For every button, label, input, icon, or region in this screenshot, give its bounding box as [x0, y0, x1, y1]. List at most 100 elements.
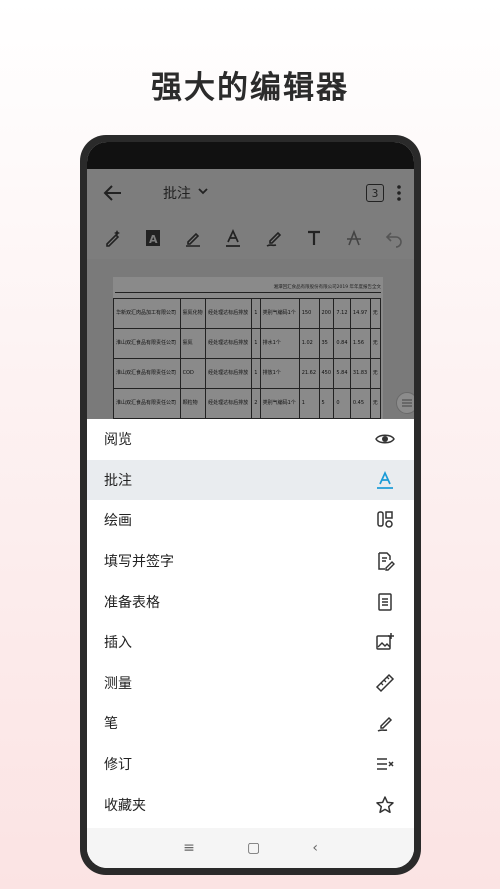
table-cell: 0 — [333, 388, 351, 419]
text-tool-icon[interactable] — [294, 220, 334, 256]
table-cell: 无 — [369, 358, 382, 389]
table-cell: 氨氮化物 — [179, 298, 207, 329]
menu-item-label: 绘画 — [104, 513, 132, 530]
table-cell: 31.83 — [349, 358, 371, 389]
redact-icon — [374, 753, 396, 775]
back-arrow-icon[interactable] — [93, 173, 133, 213]
text-box-icon[interactable]: A — [133, 220, 173, 256]
menu-item-annotate[interactable]: 批注 — [87, 459, 414, 501]
document-view[interactable]: 湘潭回汇食品有限股份有限公司2019 年年度报告全文 华新双汇肉品加工有限公司氨… — [87, 259, 414, 437]
table-cell: 经处理达标后排放 — [205, 328, 253, 359]
draw-icon — [374, 509, 396, 531]
table-cell: 颗粒物 — [179, 388, 207, 419]
table-row: 华新双汇肉品加工有限公司 氨氮化物 经处理达标后排放 1 类别气编码1个 150 200 7.… — [113, 298, 382, 329]
table-cell: 5 — [318, 388, 335, 419]
table-cell: 经处理达标后排放 — [205, 388, 253, 419]
menu-item-read[interactable]: 阅览 — [87, 419, 414, 460]
table-cell: 200 — [318, 298, 335, 329]
table-cell: 淮山双汇食品有限责任公司 — [113, 358, 181, 389]
ruler-icon — [374, 672, 396, 694]
menu-item-prepare-form[interactable]: 准备表格 — [87, 581, 414, 622]
table-cell: 华新双汇肉品加工有限公司 — [113, 298, 181, 329]
table-cell: 1 — [298, 388, 320, 419]
menu-item-label: 批注 — [104, 472, 132, 489]
table-cell: 排水1个 — [259, 328, 300, 359]
table-cell: 氨氮 — [179, 328, 207, 359]
strikeout-icon[interactable] — [334, 220, 374, 256]
table-cell: 450 — [318, 358, 335, 389]
document-header-text: 湘潭回汇食品有限股份有限公司2019 年年度报告全文 — [273, 285, 381, 290]
table-cell: 经处理达标后排放 — [205, 298, 253, 329]
table-cell: 1 — [251, 358, 261, 389]
table-cell: 类别气编码1个 — [259, 388, 300, 419]
table-cell: 0.45 — [349, 388, 371, 419]
screen: 批注 3 A 湘潭回汇食品有限股份有限公司2019 年年度报告全文 华新双汇肉品… — [87, 142, 414, 868]
drag-handle-icon[interactable] — [396, 392, 414, 414]
table-row: 淮山双汇食品有限责任公司 COD 经处理达标后排放 1 排放1个 21.62 450 5.84… — [113, 358, 382, 389]
menu-item-label: 收藏夹 — [104, 797, 146, 814]
headline: 强大的编辑器 — [151, 70, 349, 106]
table-cell: 35 — [318, 328, 335, 359]
menu-nav-icon[interactable]: ≡ — [183, 840, 195, 856]
table-cell: 淮山双汇食品有限责任公司 — [113, 328, 181, 359]
menu-item-label: 修订 — [104, 757, 132, 774]
table-cell: 无 — [369, 328, 382, 359]
table-cell: 2 — [251, 388, 261, 419]
pen-icon — [374, 712, 396, 734]
freehand-pen-icon[interactable] — [254, 220, 294, 256]
home-nav-icon[interactable]: ▢ — [247, 840, 260, 856]
table-cell: 14.97 — [349, 298, 371, 329]
header-rule — [115, 292, 381, 293]
phone-frame: 批注 3 A 湘潭回汇食品有限股份有限公司2019 年年度报告全文 华新双汇肉品… — [80, 135, 421, 875]
table-cell: 1.56 — [349, 328, 371, 359]
chevron-down-icon — [197, 185, 209, 201]
app-bar: 批注 3 — [87, 169, 414, 217]
system-nav-bar: ≡ ▢ ‹ — [87, 828, 414, 868]
status-bar — [87, 142, 414, 169]
star-icon — [374, 794, 396, 816]
mode-menu-sheet: 阅览 批注 绘画 填写并签字 准备表格 插入 测量 笔 修订 收藏夹 — [87, 419, 414, 868]
table-cell: 150 — [298, 298, 320, 329]
undo-icon[interactable] — [374, 220, 414, 256]
fill-sign-icon — [374, 550, 396, 572]
menu-item-draw[interactable]: 绘画 — [87, 500, 414, 541]
menu-item-fill-sign[interactable]: 填写并签字 — [87, 541, 414, 582]
mode-title: 批注 — [163, 186, 191, 202]
mode-dropdown[interactable]: 批注 — [163, 183, 209, 203]
table-cell: 无 — [369, 298, 382, 329]
table-row: 淮山双汇食品有限责任公司 氨氮 经处理达标后排放 1 排水1个 1.02 35 0.84 1.5… — [113, 328, 382, 359]
menu-item-pen[interactable]: 笔 — [87, 703, 414, 744]
insert-image-icon — [374, 631, 396, 653]
more-vert-icon[interactable] — [384, 184, 414, 202]
table-cell: 经处理达标后排放 — [205, 358, 253, 389]
svg-text:A: A — [149, 233, 158, 246]
menu-item-favorites[interactable]: 收藏夹 — [87, 784, 414, 825]
table-cell: 类别气编码1个 — [259, 298, 300, 329]
menu-item-label: 准备表格 — [104, 594, 160, 611]
table-cell: 无 — [369, 388, 382, 419]
table-cell: 0.84 — [333, 328, 351, 359]
back-nav-icon[interactable]: ‹ — [312, 840, 318, 856]
form-icon — [374, 591, 396, 613]
document-page: 湘潭回汇食品有限股份有限公司2019 年年度报告全文 华新双汇肉品加工有限公司氨… — [113, 277, 383, 437]
text-annotate-icon — [374, 469, 396, 491]
menu-item-label: 插入 — [104, 635, 132, 652]
document-table: 华新双汇肉品加工有限公司 氨氮化物 经处理达标后排放 1 类别气编码1个 150 200 7.… — [113, 298, 382, 419]
eye-icon — [374, 428, 396, 450]
menu-item-measure[interactable]: 测量 — [87, 663, 414, 704]
text-underline-icon[interactable] — [213, 220, 253, 256]
page-count-badge[interactable]: 3 — [366, 184, 384, 202]
table-row: 淮山双汇食品有限责任公司 颗粒物 经处理达标后排放 2 类别气编码1个 1 5 0 0.45 无 — [113, 388, 382, 419]
annotation-toolbar: A — [87, 217, 414, 259]
table-cell: 淮山双汇食品有限责任公司 — [113, 388, 181, 419]
table-cell: 21.62 — [298, 358, 320, 389]
menu-item-insert[interactable]: 插入 — [87, 622, 414, 663]
magic-pen-icon[interactable] — [93, 220, 133, 256]
menu-item-label: 测量 — [104, 675, 132, 692]
menu-item-label: 笔 — [104, 716, 118, 733]
menu-item-redact[interactable]: 修订 — [87, 744, 414, 785]
table-cell: 1 — [251, 298, 261, 329]
highlighter-icon[interactable] — [173, 220, 213, 256]
table-cell: 1.02 — [298, 328, 320, 359]
menu-item-label: 填写并签字 — [104, 554, 174, 571]
